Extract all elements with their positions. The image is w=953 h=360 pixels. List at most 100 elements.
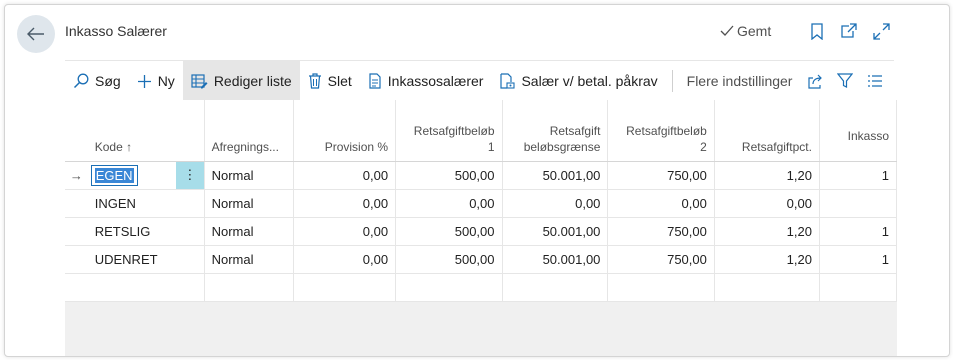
header-inkasso[interactable]: Inkasso: [819, 100, 897, 162]
empty-cell[interactable]: [714, 273, 820, 302]
header-provision[interactable]: Provision %: [293, 100, 397, 162]
row-menu-cell: [176, 245, 205, 274]
cell-inkasso[interactable]: 1: [819, 245, 897, 274]
cell-afregning[interactable]: Normal: [204, 189, 294, 218]
cell-provision[interactable]: 0,00: [293, 217, 397, 246]
header-inkasso-label: Inkasso: [847, 129, 889, 143]
inkasso-fees-button[interactable]: Inkassosalærer: [360, 61, 492, 101]
search-button[interactable]: Søg: [65, 61, 129, 101]
empty-cell[interactable]: [819, 273, 897, 302]
row-marker: [65, 217, 88, 246]
filter-icon[interactable]: [830, 61, 860, 101]
cell-provision[interactable]: 0,00: [293, 189, 397, 218]
header-afregning-label: Afregnings...: [211, 139, 279, 154]
new-button[interactable]: Ny: [129, 61, 183, 101]
cell-kode[interactable]: EGEN: [87, 161, 177, 190]
cell-provision[interactable]: 0,00: [293, 245, 397, 274]
row-menu-icon[interactable]: ⋮: [176, 161, 205, 190]
table-row[interactable]: RETSLIG Normal 0,00 500,00 50.001,00 750…: [65, 217, 897, 246]
cell-retsafgift1[interactable]: 500,00: [395, 245, 503, 274]
row-menu-cell: [176, 189, 205, 218]
document-money-icon: [500, 73, 516, 89]
empty-cell[interactable]: [87, 273, 177, 302]
table-row[interactable]: INGEN Normal 0,00 0,00 0,00 0,00 0,00: [65, 189, 897, 218]
selected-code-text: EGEN: [94, 167, 134, 183]
cell-retsafgift2[interactable]: 0,00: [607, 189, 715, 218]
cell-inkasso[interactable]: 1: [819, 217, 897, 246]
open-new-window-icon[interactable]: [838, 21, 858, 41]
empty-cell[interactable]: [293, 273, 397, 302]
empty-cell[interactable]: [502, 273, 609, 302]
empty-cell: [65, 273, 88, 302]
cell-retsafgift1[interactable]: 500,00: [395, 217, 503, 246]
edit-list-button[interactable]: Rediger liste: [182, 61, 300, 101]
share-icon[interactable]: [800, 61, 830, 101]
cell-retsafgift2[interactable]: 750,00: [607, 245, 715, 274]
saved-label: Gemt: [737, 23, 772, 39]
more-options-button[interactable]: Flere indstillinger: [679, 61, 801, 101]
cell-graense[interactable]: 50.001,00: [502, 217, 609, 246]
toolbar-divider: [671, 70, 673, 92]
cell-afregning[interactable]: Normal: [204, 217, 294, 246]
cell-afregning[interactable]: Normal: [204, 161, 294, 190]
cell-pct[interactable]: 0,00: [714, 189, 820, 218]
row-menu-cell: [176, 217, 205, 246]
checkmark-icon: [720, 25, 734, 36]
header-marker: [65, 100, 88, 162]
new-empty-row[interactable]: [65, 273, 897, 302]
cell-inkasso[interactable]: 1: [819, 161, 897, 190]
cell-pct[interactable]: 1,20: [714, 217, 820, 246]
cell-kode[interactable]: INGEN: [87, 189, 177, 218]
list-view-icon[interactable]: [860, 61, 890, 101]
search-icon: [73, 73, 89, 89]
back-button[interactable]: [17, 15, 55, 53]
cell-kode[interactable]: UDENRET: [87, 245, 177, 274]
inkasso-fees-label: Inkassosalærer: [387, 73, 484, 89]
cell-graense[interactable]: 50.001,00: [502, 245, 609, 274]
cell-retsafgift1[interactable]: 500,00: [395, 161, 503, 190]
cell-inkasso[interactable]: [819, 189, 897, 218]
saved-status: Gemt: [720, 23, 771, 39]
header-afregning[interactable]: Afregnings...: [204, 100, 294, 162]
plus-icon: [137, 74, 151, 88]
cell-kode[interactable]: RETSLIG: [87, 217, 177, 246]
fees-with-reminder-button[interactable]: Salær v/ betal. påkrav: [491, 61, 665, 101]
cell-retsafgift1[interactable]: 0,00: [395, 189, 503, 218]
header-graense[interactable]: Retsafgift beløbsgrænse: [502, 100, 609, 162]
header-kode-label: Kode: [94, 139, 123, 154]
expand-icon[interactable]: [871, 21, 891, 41]
table-row[interactable]: → EGEN ⋮ Normal 0,00 500,00 50.001,00 75…: [65, 161, 897, 190]
header-retsafgift1[interactable]: Retsafgiftbeløb 1: [395, 100, 503, 162]
new-label: Ny: [157, 73, 175, 89]
header-retsafgift2[interactable]: Retsafgiftbeløb 2: [607, 100, 715, 162]
cell-provision[interactable]: 0,00: [293, 161, 397, 190]
empty-cell[interactable]: [395, 273, 503, 302]
arrow-left-icon: [27, 27, 44, 41]
delete-button[interactable]: Slet: [300, 61, 360, 101]
bookmark-icon[interactable]: [807, 21, 827, 41]
empty-cell[interactable]: [204, 273, 294, 302]
cell-afregning[interactable]: Normal: [204, 245, 294, 274]
header-retsafgift2-line2: 2: [700, 139, 707, 154]
cell-graense[interactable]: 50.001,00: [502, 161, 609, 190]
cell-pct[interactable]: 1,20: [714, 245, 820, 274]
document-icon: [369, 73, 381, 89]
edit-list-icon: [191, 73, 208, 88]
table-row[interactable]: UDENRET Normal 0,00 500,00 50.001,00 750…: [65, 245, 897, 274]
sort-ascending-icon: ↑: [126, 139, 133, 154]
cell-graense[interactable]: 0,00: [502, 189, 609, 218]
delete-label: Slet: [327, 73, 352, 89]
header-graense-line1: Retsafgift: [549, 123, 601, 138]
header-kode[interactable]: Kode ↑: [87, 100, 177, 162]
cell-pct[interactable]: 1,20: [714, 161, 820, 190]
grid-area: Kode ↑ Afregnings... Provision % Retsafg…: [65, 100, 897, 356]
header-pct[interactable]: Retsafgiftpct.: [714, 100, 820, 162]
empty-cell[interactable]: [607, 273, 715, 302]
cell-retsafgift2[interactable]: 750,00: [607, 161, 715, 190]
table-header-row: Kode ↑ Afregnings... Provision % Retsafg…: [65, 100, 897, 162]
edit-list-label: Rediger liste: [213, 73, 292, 89]
fees-with-reminder-label: Salær v/ betal. påkrav: [521, 73, 658, 89]
header-retsafgift2-line1: Retsafgiftbeløb: [626, 123, 707, 138]
empty-cell: [176, 273, 205, 302]
cell-retsafgift2[interactable]: 750,00: [607, 217, 715, 246]
